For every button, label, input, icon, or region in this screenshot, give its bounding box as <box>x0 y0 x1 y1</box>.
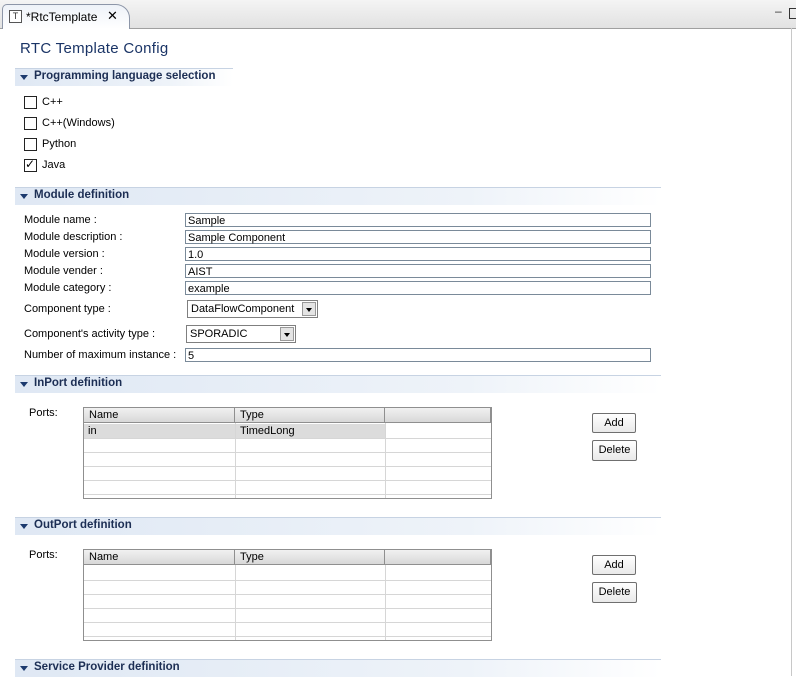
outport-add-button[interactable]: Add <box>592 555 636 575</box>
grid-line <box>385 565 386 640</box>
expand-triangle-icon <box>20 194 28 199</box>
expand-triangle-icon <box>20 524 28 529</box>
expand-triangle-icon <box>20 382 28 387</box>
grid-line <box>84 622 491 623</box>
language-section-header[interactable]: Programming language selection <box>15 68 233 86</box>
outport-ports-label: Ports: <box>29 549 58 561</box>
module-section-header[interactable]: Module definition <box>15 187 661 205</box>
module-name-label: Module name : <box>24 214 97 226</box>
outport-section-header[interactable]: OutPort definition <box>15 517 661 535</box>
inport-table[interactable]: Name Type in TimedLong <box>83 407 492 499</box>
maximize-icon[interactable] <box>789 8 796 19</box>
module-description-label: Module description : <box>24 231 123 243</box>
inport-section-title: InPort definition <box>34 377 123 389</box>
module-version-label: Module version : <box>24 248 105 260</box>
outport-delete-button[interactable]: Delete <box>592 582 637 603</box>
module-vender-label: Module vender : <box>24 265 103 277</box>
grid-line <box>84 580 491 581</box>
outport-column-empty <box>385 550 491 565</box>
expand-triangle-icon <box>20 666 28 671</box>
inport-row-name[interactable]: in <box>88 424 97 438</box>
form-title: RTC Template Config <box>20 40 169 57</box>
minimize-icon[interactable]: – <box>775 4 782 18</box>
checkbox-cpp[interactable] <box>24 96 37 109</box>
module-section-title: Module definition <box>34 189 130 201</box>
inport-column-name[interactable]: Name <box>84 408 235 423</box>
close-icon[interactable]: ✕ <box>107 8 118 24</box>
activity-type-label: Component's activity type : <box>24 328 156 340</box>
service-provider-section-header[interactable]: Service Provider definition <box>15 659 661 677</box>
module-name-input[interactable]: Sample <box>185 213 651 227</box>
inport-column-type[interactable]: Type <box>235 408 385 423</box>
checkbox-cpp-windows[interactable] <box>24 117 37 130</box>
module-category-input[interactable]: example <box>185 281 651 295</box>
service-provider-section-title: Service Provider definition <box>34 661 180 673</box>
checkbox-cpp-windows-label: C++(Windows) <box>42 117 115 129</box>
outport-column-name[interactable]: Name <box>84 550 235 565</box>
module-version-input[interactable]: 1.0 <box>185 247 651 261</box>
checkbox-python[interactable] <box>24 138 37 151</box>
max-instance-label: Number of maximum instance : <box>24 349 177 361</box>
activity-type-value: SPORADIC <box>190 328 248 340</box>
grid-line <box>385 423 386 498</box>
component-type-label: Component type : <box>24 303 111 315</box>
component-type-value: DataFlowComponent <box>191 303 295 315</box>
editor-right-border <box>791 28 792 676</box>
inport-row-type[interactable]: TimedLong <box>240 424 295 438</box>
grid-line <box>84 438 491 439</box>
outport-section-title: OutPort definition <box>34 519 132 531</box>
max-instance-input[interactable]: 5 <box>185 348 651 362</box>
template-file-icon: T <box>9 10 22 23</box>
inport-ports-label: Ports: <box>29 407 58 419</box>
module-category-label: Module category : <box>24 282 112 294</box>
inport-column-empty <box>385 408 491 423</box>
outport-column-type[interactable]: Type <box>235 550 385 565</box>
checkbox-python-label: Python <box>42 138 77 150</box>
grid-line <box>84 466 491 467</box>
grid-line <box>84 480 491 481</box>
component-type-select[interactable]: DataFlowComponent <box>187 300 318 318</box>
grid-line <box>235 565 236 640</box>
language-section-title: Programming language selection <box>34 70 216 82</box>
inport-section-header[interactable]: InPort definition <box>15 375 661 393</box>
grid-line <box>235 423 236 498</box>
module-vender-input[interactable]: AIST <box>185 264 651 278</box>
inport-add-button[interactable]: Add <box>592 413 636 433</box>
editor-tab-bar: T *RtcTemplate ✕ – <box>0 0 796 29</box>
outport-table[interactable]: Name Type <box>83 549 492 641</box>
expand-triangle-icon <box>20 75 28 80</box>
grid-line <box>84 452 491 453</box>
grid-line <box>84 608 491 609</box>
chevron-down-icon[interactable] <box>280 327 294 341</box>
grid-line <box>84 494 491 495</box>
tab-rtctemplate[interactable]: T *RtcTemplate ✕ <box>2 4 130 29</box>
checkbox-cpp-label: C++ <box>42 96 63 108</box>
module-description-input[interactable]: Sample Component <box>185 230 651 244</box>
tab-title: *RtcTemplate <box>26 10 98 24</box>
inport-delete-button[interactable]: Delete <box>592 440 637 461</box>
checkbox-java-label: Java <box>42 159 66 171</box>
checkbox-java[interactable] <box>24 157 37 172</box>
activity-type-select[interactable]: SPORADIC <box>186 325 296 343</box>
chevron-down-icon[interactable] <box>302 302 316 316</box>
grid-line <box>84 636 491 637</box>
grid-line <box>84 594 491 595</box>
